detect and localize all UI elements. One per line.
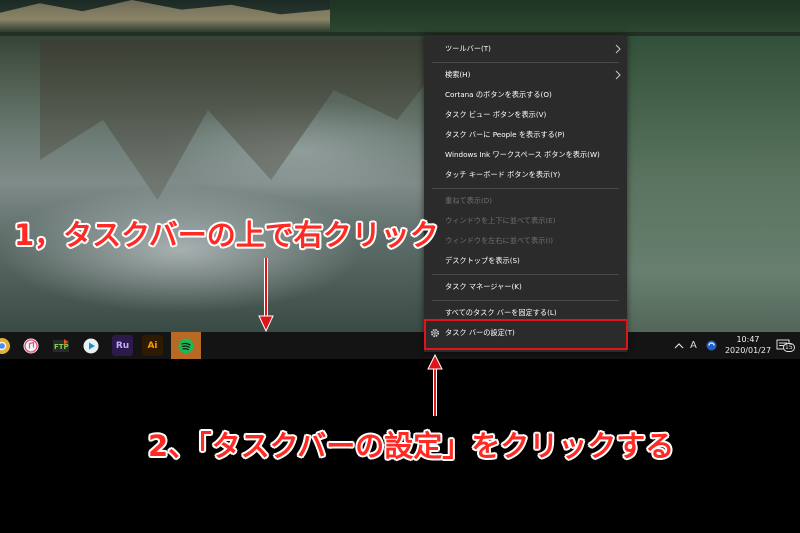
arrow-down-icon [258,258,274,332]
menu-item-toolbars[interactable]: ツールバー(T) [424,39,627,59]
menu-separator [432,300,619,301]
clock-date: 2020/01/27 [724,346,772,355]
menu-separator [432,62,619,63]
mountain-ridge [0,0,330,32]
menu-item-label: 検索(H) [445,70,471,79]
menu-item-search[interactable]: 検索(H) [424,65,627,85]
adobe-rush-label: Ru [115,340,130,351]
adobe-illustrator-label: Ai [147,340,158,351]
desktop-wallpaper[interactable] [0,0,800,332]
notification-count-badge: 15 [783,343,795,352]
annotation-step-1: 1，タスクバーの上で右クリック [14,218,439,252]
menu-separator [432,188,619,189]
menu-item-touch-keyboard[interactable]: タッチ キーボード ボタンを表示(Y) [424,165,627,185]
taskbar-context-menu: ツールバー(T) 検索(H) Cortana のボタンを表示する(O) タスク … [424,35,627,352]
menu-item-task-manager[interactable]: タスク マネージャー(K) [424,277,627,297]
spotify-icon[interactable] [171,332,201,359]
taskbar[interactable]: FTP Ru Ai A 10:47 2020/01/27 15 [0,332,800,359]
menu-separator [432,274,619,275]
menu-item-windows-ink[interactable]: Windows Ink ワークスペース ボタンを表示(W) [424,145,627,165]
menu-item-label: すべてのタスク バーを固定する(L) [445,308,557,317]
menu-item-label: デスクトップを表示(S) [445,256,520,265]
svg-text:FTP: FTP [54,343,69,351]
ime-indicator[interactable]: A [690,332,697,359]
mountain-reflection [40,40,460,200]
annotation-step-2: 2、「タスクバーの設定」をクリックする [148,429,675,463]
media-player-icon[interactable] [80,335,101,356]
menu-item-label: ツールバー(T) [445,44,491,53]
adobe-illustrator-icon[interactable]: Ai [142,335,163,356]
clock[interactable]: 10:47 2020/01/27 [723,334,773,356]
clock-time: 10:47 [736,335,760,344]
menu-item-side-by-side: ウィンドウを左右に並べて表示(I) [424,231,627,251]
menu-item-stack: ウィンドウを上下に並べて表示(E) [424,211,627,231]
action-center-button[interactable]: 15 [776,338,795,352]
forest-reflection [600,36,800,332]
menu-item-label: 重ねて表示(D) [445,196,493,205]
ftp-client-icon[interactable]: FTP [50,335,71,356]
menu-item-cascade: 重ねて表示(D) [424,191,627,211]
menu-item-show-people[interactable]: タスク バーに People を表示する(P) [424,125,627,145]
menu-item-label: タスク ビュー ボタンを表示(V) [445,110,547,119]
adobe-rush-icon[interactable]: Ru [112,335,133,356]
chevron-right-icon [615,44,621,54]
menu-item-label: Cortana のボタンを表示する(O) [445,90,552,99]
arrow-up-icon [427,354,443,416]
forest-shoreline [330,0,800,36]
menu-item-label: Windows Ink ワークスペース ボタンを表示(W) [445,150,600,159]
show-hidden-icons-chevron[interactable] [674,332,684,359]
menu-item-label: タスク バーに People を表示する(P) [445,130,565,139]
menu-item-show-cortana[interactable]: Cortana のボタンを表示する(O) [424,85,627,105]
menu-item-show-desktop[interactable]: デスクトップを表示(S) [424,251,627,271]
menu-item-label: タスク マネージャー(K) [445,282,522,291]
menu-item-task-view[interactable]: タスク ビュー ボタンを表示(V) [424,105,627,125]
highlight-box [424,319,628,350]
menu-item-label: ウィンドウを上下に並べて表示(E) [445,216,556,225]
menu-item-label: ウィンドウを左右に並べて表示(I) [445,236,554,245]
menu-item-label: タッチ キーボード ボタンを表示(Y) [445,170,561,179]
chevron-up-icon [674,342,684,348]
network-app-icon[interactable] [706,332,717,359]
itunes-icon[interactable] [20,335,41,356]
chevron-right-icon [615,70,621,80]
chrome-icon[interactable] [0,335,12,356]
